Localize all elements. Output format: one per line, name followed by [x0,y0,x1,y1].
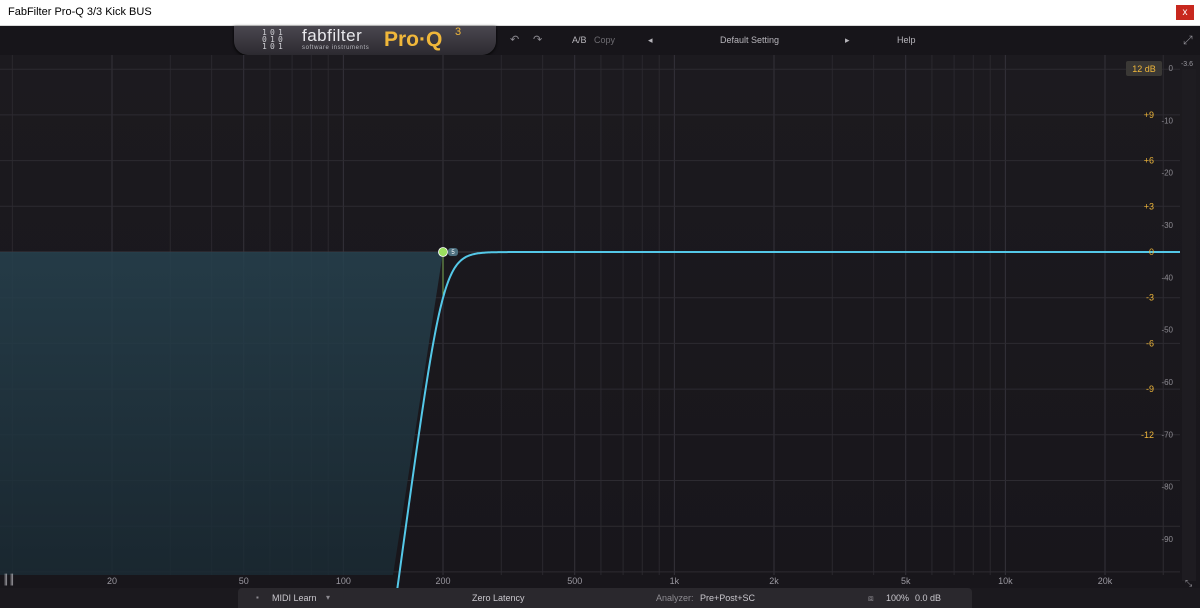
eq-graph[interactable]: +9 +6 +3 0 -3 -6 -9 -12 0 -10 -20 -30 -40 -50 -60 -70 -… [0,55,1200,588]
spectrum-label: -50 [1161,326,1173,335]
preset-next-button[interactable]: ▸ [845,35,850,46]
eq-curve-fill [0,252,443,575]
spectrum-label: -10 [1161,116,1173,125]
gain-label: -9 [1146,384,1154,394]
bottom-panel: ▪ MIDI Learn ▾ Zero Latency Analyzer: Pr… [238,588,972,608]
brand-name: fabfilter [302,26,363,45]
spectrum-label: 0 [1169,64,1174,73]
eq-display[interactable]: +9 +6 +3 0 -3 -6 -9 -12 0 -10 -20 -30 -40 -50 -60 -70 -… [0,55,1200,588]
redo-icon[interactable]: ↷ [533,33,542,46]
zoom-icon[interactable]: ⧈ [868,593,874,604]
fullscreen-icon[interactable]: ⤢ [1183,33,1193,48]
spectrum-label: -40 [1161,273,1173,282]
frequency-label: 200 [435,576,450,586]
analyzer-label: Analyzer: [656,593,694,603]
gain-label: -6 [1146,338,1154,348]
spectrum-label: -60 [1161,378,1173,387]
spectrum-label: -20 [1161,169,1173,178]
window-title: FabFilter Pro-Q 3/3 Kick BUS [8,6,152,18]
fabfilter-logo-icon: 101 010 101 [262,28,283,51]
midi-indicator-icon: ▪ [256,593,259,602]
midi-dropdown-icon[interactable]: ▾ [326,593,330,602]
preset-prev-button[interactable]: ◂ [648,35,653,46]
spectrum-label: -80 [1161,483,1173,492]
output-meter-peak: -3.6 [1181,61,1193,68]
midi-learn-button[interactable]: MIDI Learn [272,593,317,603]
spectrum-label: -70 [1161,430,1173,439]
plugin-header: 101 010 101 fabfilter software instrumen… [0,26,1200,55]
frequency-label: 100 [336,576,351,586]
gain-label: -3 [1146,293,1154,303]
close-button[interactable]: x [1176,5,1194,20]
brand-subtitle: software instruments [302,45,370,51]
frequency-label: 1k [670,576,680,586]
piano-icon[interactable]: ║║ [3,573,15,586]
product-name: Pro·Q [384,28,443,51]
gain-label: +9 [1144,110,1154,120]
plugin-window: FabFilter Pro-Q 3/3 Kick BUS x 101 010 1… [0,0,1200,608]
output-meter [1182,69,1196,581]
frequency-label: 50 [239,576,249,586]
spectrum-label: -30 [1161,221,1173,230]
gain-label: +6 [1144,156,1154,166]
analyzer-mode[interactable]: Pre+Post+SC [700,593,755,603]
help-button[interactable]: Help [897,35,916,45]
output-gain[interactable]: 0.0 dB [915,593,941,603]
gain-label: -12 [1141,430,1154,440]
frequency-label: 10k [998,576,1013,586]
frequency-label: 2k [769,576,779,586]
preset-name[interactable]: Default Setting [720,35,779,45]
resize-icon[interactable]: ⤡ [1185,579,1192,588]
band-handle[interactable] [438,247,448,257]
latency-mode[interactable]: Zero Latency [472,593,525,603]
product-version: 3 [455,26,462,38]
frequency-label: 20 [107,576,117,586]
display-range-button[interactable]: 12 dB [1126,61,1162,76]
frequency-label: 500 [567,576,582,586]
undo-icon[interactable]: ↶ [510,33,519,46]
copy-button[interactable]: Copy [594,35,615,45]
frequency-label: 5k [901,576,911,586]
spectrum-label: -90 [1161,535,1173,544]
bottom-bar: ▪ MIDI Learn ▾ Zero Latency Analyzer: Pr… [0,588,1200,608]
logo[interactable]: 101 010 101 fabfilter software instrumen… [234,26,496,55]
window-title-bar[interactable]: FabFilter Pro-Q 3/3 Kick BUS x [0,0,1200,26]
gain-label: 0 [1149,247,1154,257]
frequency-label: 20k [1098,576,1113,586]
zoom-level[interactable]: 100% [886,593,909,603]
ab-button[interactable]: A/B [572,35,587,45]
display-range-label: 12 dB [1132,64,1156,74]
gain-label: +3 [1144,201,1154,211]
